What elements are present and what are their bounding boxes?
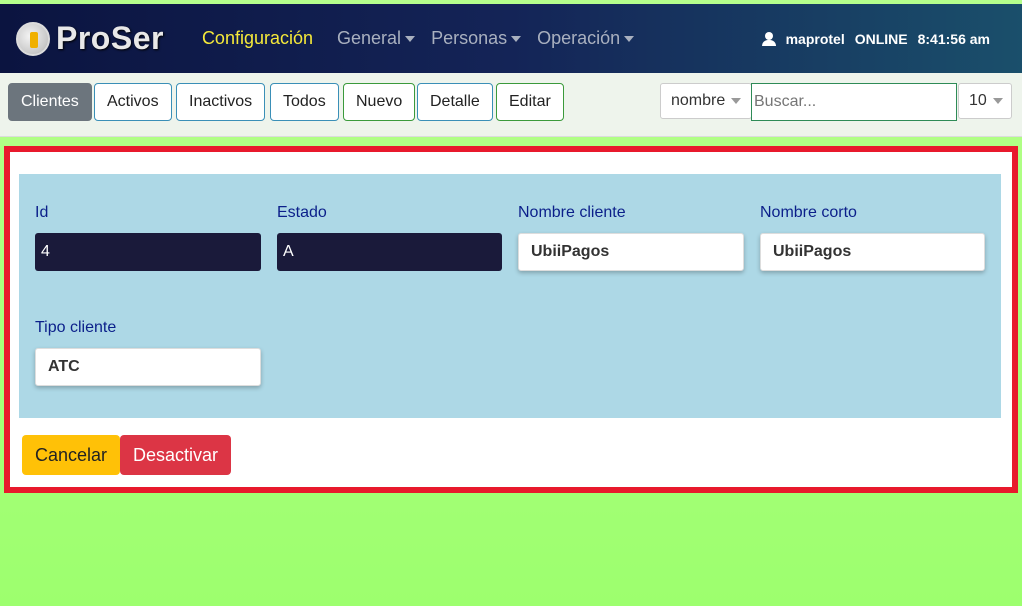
menu-personas[interactable]: Personas — [431, 28, 522, 49]
menu-configuracion[interactable]: Configuración — [202, 28, 313, 49]
clientes-button[interactable]: Clientes — [8, 83, 92, 121]
id-label: Id — [35, 204, 49, 221]
tipo-cliente-label: Tipo cliente — [35, 319, 117, 336]
menu-personas-label: Personas — [431, 28, 508, 48]
page-size-select[interactable]: 10 — [958, 83, 1012, 119]
toolbar: Clientes Activos Inactivos Todos Nuevo D… — [0, 73, 1022, 137]
logo-text: ProSer — [56, 20, 164, 56]
menu-operacion[interactable]: Operación — [537, 28, 635, 49]
cancel-button[interactable]: Cancelar — [22, 435, 121, 475]
id-field: 4 — [35, 233, 261, 271]
chevron-down-icon — [405, 35, 416, 42]
user-status[interactable]: maprotel ONLINE 8:41:56 am — [761, 4, 990, 73]
logo-icon — [16, 21, 50, 56]
deactivate-button[interactable]: Desactivar — [120, 435, 232, 475]
clock: 8:41:56 am — [917, 30, 990, 47]
tipo-cliente-field[interactable]: ATC — [35, 348, 261, 386]
chevron-down-icon — [511, 35, 522, 42]
app-logo[interactable]: ProSer — [16, 20, 164, 57]
page-size-value: 10 — [969, 92, 987, 109]
client-form: Id 4 Estado A Nombre cliente UbiiPagos N… — [19, 174, 1001, 418]
nuevo-button[interactable]: Nuevo — [343, 83, 416, 121]
chevron-down-icon — [624, 35, 635, 42]
online-status: ONLINE — [854, 30, 908, 47]
estado-label: Estado — [277, 204, 327, 221]
user-icon — [761, 31, 776, 46]
todos-button[interactable]: Todos — [270, 83, 339, 121]
menu-operacion-label: Operación — [537, 28, 621, 48]
username: maprotel — [785, 30, 845, 47]
nombre-corto-field[interactable]: UbiiPagos — [760, 233, 985, 271]
nombre-corto-label: Nombre corto — [760, 204, 857, 221]
main-menu: Configuración General Personas Operación — [202, 28, 650, 49]
nombre-cliente-field[interactable]: UbiiPagos — [518, 233, 744, 271]
editar-button[interactable]: Editar — [496, 83, 564, 121]
search-field-value: nombre — [671, 92, 726, 109]
chevron-down-icon — [992, 98, 1003, 104]
top-navbar: ProSer Configuración General Personas Op… — [0, 4, 1022, 73]
estado-field: A — [277, 233, 502, 271]
chevron-down-icon — [731, 98, 742, 104]
detalle-button[interactable]: Detalle — [417, 83, 493, 121]
inactivos-button[interactable]: Inactivos — [176, 83, 266, 121]
search-input[interactable] — [751, 83, 957, 121]
search-field-select[interactable]: nombre — [660, 83, 752, 119]
menu-general[interactable]: General — [337, 28, 416, 49]
menu-general-label: General — [337, 28, 402, 48]
client-form-panel: Id 4 Estado A Nombre cliente UbiiPagos N… — [4, 146, 1018, 493]
nombre-cliente-label: Nombre cliente — [518, 204, 626, 221]
menu-configuracion-label: Configuración — [201, 28, 314, 48]
activos-button[interactable]: Activos — [94, 83, 172, 121]
